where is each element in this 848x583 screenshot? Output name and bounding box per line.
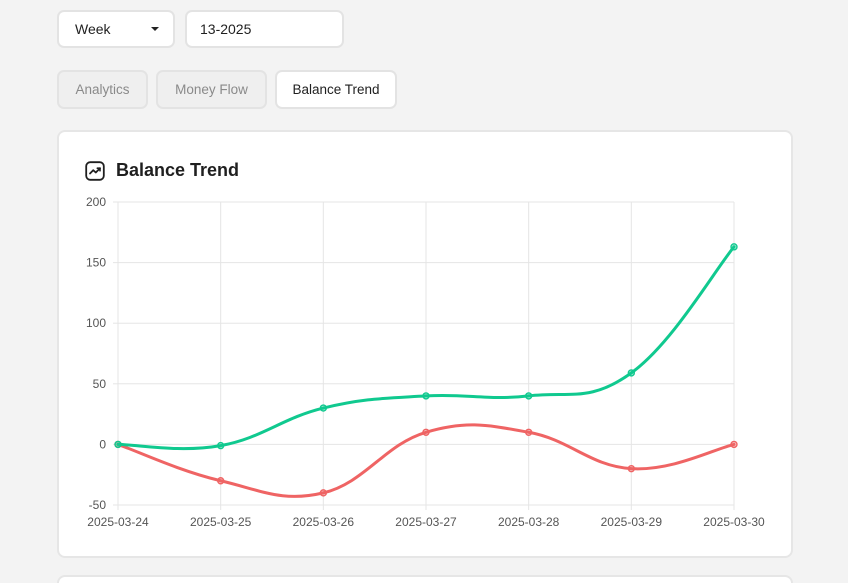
data-point-0 <box>114 440 122 449</box>
y-tick-label: 100 <box>86 316 106 330</box>
period-select-value: Week <box>75 21 111 37</box>
x-tick-label: 2025-03-24 <box>87 515 149 529</box>
chevron-down-icon <box>151 27 159 31</box>
data-point-0 <box>319 404 328 412</box>
y-tick-label: 200 <box>86 195 106 209</box>
x-tick-label: 2025-03-25 <box>190 515 252 529</box>
x-tick-label: 2025-03-30 <box>703 515 765 529</box>
y-tick-label: 50 <box>93 377 107 391</box>
data-point-0 <box>524 392 533 400</box>
data-point-1 <box>422 428 430 436</box>
y-tick-label: 0 <box>99 437 106 451</box>
x-tick-label: 2025-03-28 <box>498 515 560 529</box>
tab-balance-trend[interactable]: Balance Trend <box>275 70 397 109</box>
tab-money-flow-label: Money Flow <box>175 82 248 97</box>
y-tick-label: 150 <box>86 256 106 270</box>
week-input-value: 13-2025 <box>200 21 252 37</box>
data-point-1 <box>524 428 533 436</box>
balance-trend-card: Balance Trend 200 150 100 50 0 -50 2025-03-24 2… <box>57 130 793 558</box>
tab-money-flow[interactable]: Money Flow <box>156 70 267 109</box>
next-card <box>57 575 793 583</box>
data-point-0 <box>627 369 636 377</box>
x-tick-label: 2025-03-29 <box>601 515 663 529</box>
tab-analytics[interactable]: Analytics <box>57 70 148 109</box>
period-select[interactable]: Week <box>57 10 175 48</box>
x-tick-label: 2025-03-27 <box>395 515 457 529</box>
data-point-0 <box>216 441 225 450</box>
x-tick-label: 2025-03-26 <box>293 515 355 529</box>
balance-trend-chart: 200 150 100 50 0 -50 2025-03-24 2025-03-25 2025-… <box>86 195 765 529</box>
data-point-0 <box>730 243 738 251</box>
data-point-1 <box>319 489 328 497</box>
data-point-1 <box>216 477 225 485</box>
page: Week 13-2025 Analytics Money Flow Balanc… <box>0 0 848 583</box>
tab-balance-trend-label: Balance Trend <box>292 82 380 97</box>
y-tick-label: -50 <box>89 498 107 512</box>
data-point-1 <box>627 464 636 473</box>
tab-analytics-label: Analytics <box>75 82 130 97</box>
data-point-1 <box>730 440 738 449</box>
week-input[interactable]: 13-2025 <box>185 10 344 48</box>
data-point-0 <box>422 392 430 400</box>
